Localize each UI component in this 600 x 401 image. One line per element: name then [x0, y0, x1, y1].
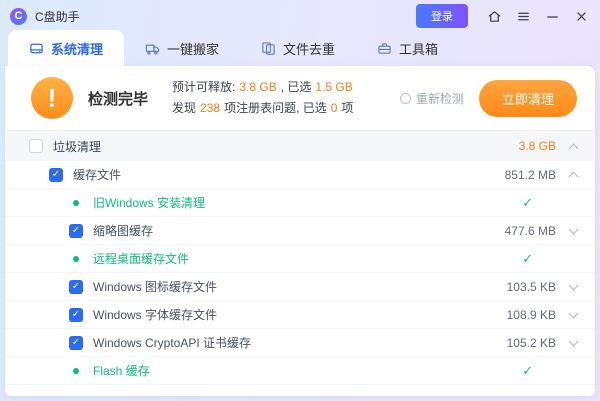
tab-label: 文件去重	[283, 39, 335, 58]
tab-label: 系统清理	[51, 39, 103, 58]
tab-one-click-move[interactable]: 一键搬家	[124, 30, 240, 66]
status-dot-icon	[69, 368, 83, 374]
item-size: 103.5 KB	[507, 280, 556, 294]
list-item[interactable]: Flash 缓存	[5, 357, 595, 385]
check-icon	[522, 363, 533, 379]
cleanup-list: 垃圾清理 3.8 GB 缓存文件 851.2 MB 旧Windows 安装清理 …	[5, 131, 595, 396]
tab-bar: 系统清理 一键搬家 文件去重 工具箱	[0, 30, 600, 66]
selected-count: 0	[331, 101, 338, 115]
chevron-down-icon[interactable]	[569, 336, 579, 346]
chevron-down-icon[interactable]	[569, 280, 579, 290]
chevron-down-icon[interactable]	[569, 224, 579, 234]
item-checkbox[interactable]	[69, 280, 83, 294]
detail-text: 项注册表问题, 已选	[224, 101, 327, 115]
app-title: C盘助手	[35, 8, 80, 25]
list-item[interactable]: 缩略图缓存 477.6 MB	[5, 217, 595, 245]
list-item[interactable]: 远程桌面缓存文件	[5, 245, 595, 273]
tab-label: 一键搬家	[167, 39, 219, 58]
list-item[interactable]: 旧Windows 安装清理	[5, 189, 595, 217]
copy-files-icon	[261, 41, 276, 56]
titlebar: C盘助手 登录	[0, 0, 600, 30]
item-label: 旧Windows 安装清理	[93, 194, 205, 211]
detail-text: 项	[341, 101, 353, 115]
disk-icon	[29, 41, 44, 56]
list-item[interactable]: Windows 字体缓存文件 108.9 KB	[5, 301, 595, 329]
toolbox-icon	[377, 41, 392, 56]
tab-toolbox[interactable]: 工具箱	[356, 30, 459, 66]
item-size: 108.9 KB	[507, 308, 556, 322]
main-panel: 检测完毕 预计可释放: 3.8 GB , 已选1.5 GB 发现 238 项注册表问题,…	[5, 66, 595, 396]
detail-text: , 已选	[281, 80, 312, 94]
chevron-up-icon[interactable]	[569, 172, 579, 182]
section-size: 851.2 MB	[505, 168, 556, 182]
chevron-down-icon[interactable]	[569, 308, 579, 318]
status-dot-icon	[69, 256, 83, 262]
status-dot-icon	[69, 200, 83, 206]
detail-text: 预计可释放:	[172, 80, 235, 94]
menu-icon[interactable]	[513, 6, 534, 27]
item-checkbox[interactable]	[69, 308, 83, 322]
cache-files-checkbox[interactable]	[49, 168, 63, 182]
recheck-button[interactable]: 重新检测	[400, 90, 464, 107]
item-size: 477.6 MB	[505, 224, 556, 238]
list-item[interactable]: Windows 图标缓存文件 103.5 KB	[5, 273, 595, 301]
item-size: 105.2 KB	[507, 336, 556, 350]
item-checkbox[interactable]	[69, 224, 83, 238]
check-icon	[522, 195, 533, 211]
item-label: Windows CryptoAPI 证书缓存	[93, 334, 251, 351]
warning-icon	[31, 77, 73, 119]
section-label: 缓存文件	[73, 166, 121, 183]
item-label: 缩略图缓存	[93, 222, 153, 239]
truck-icon	[145, 41, 160, 56]
selected-size: 1.5 GB	[315, 80, 352, 94]
recheck-label: 重新检测	[416, 90, 464, 107]
app-window: C盘助手 登录 系统清理 一键搬家	[0, 0, 600, 401]
releasable-size: 3.8 GB	[239, 80, 276, 94]
item-label: Windows 字体缓存文件	[93, 306, 217, 323]
item-label: Flash 缓存	[93, 362, 150, 379]
login-button[interactable]: 登录	[416, 4, 468, 28]
chevron-up-icon[interactable]	[569, 143, 579, 153]
tab-system-clean[interactable]: 系统清理	[8, 30, 124, 66]
scan-details: 预计可释放: 3.8 GB , 已选1.5 GB 发现 238 项注册表问题, 已选 0项	[172, 77, 357, 119]
scan-detail-line-1: 预计可释放: 3.8 GB , 已选1.5 GB	[172, 77, 357, 98]
tab-file-dedup[interactable]: 文件去重	[240, 30, 356, 66]
check-icon	[522, 251, 533, 267]
group-size: 3.8 GB	[519, 139, 556, 153]
scan-summary: 检测完毕 预计可释放: 3.8 GB , 已选1.5 GB 发现 238 项注册表问题,…	[5, 66, 595, 131]
item-label: 远程桌面缓存文件	[93, 250, 189, 267]
recheck-icon	[400, 93, 411, 104]
section-row-cache-files[interactable]: 缓存文件 851.2 MB	[5, 161, 595, 189]
list-item[interactable]: Windows CryptoAPI 证书缓存 105.2 KB	[5, 329, 595, 357]
minimize-icon[interactable]	[542, 6, 563, 27]
group-row-junk-clean[interactable]: 垃圾清理 3.8 GB	[5, 131, 595, 161]
app-logo-icon	[10, 8, 27, 25]
junk-clean-checkbox[interactable]	[29, 139, 43, 153]
close-icon[interactable]	[571, 6, 592, 27]
detail-text: 发现	[172, 101, 196, 115]
scan-result-title: 检测完毕	[88, 88, 148, 109]
group-label: 垃圾清理	[53, 138, 101, 155]
clean-now-button[interactable]: 立即清理	[479, 80, 577, 117]
item-label: Windows 图标缓存文件	[93, 278, 217, 295]
tab-label: 工具箱	[399, 39, 438, 58]
item-checkbox[interactable]	[69, 336, 83, 350]
home-icon[interactable]	[484, 6, 505, 27]
registry-issue-count: 238	[200, 101, 220, 115]
scan-detail-line-2: 发现 238 项注册表问题, 已选 0项	[172, 98, 357, 119]
